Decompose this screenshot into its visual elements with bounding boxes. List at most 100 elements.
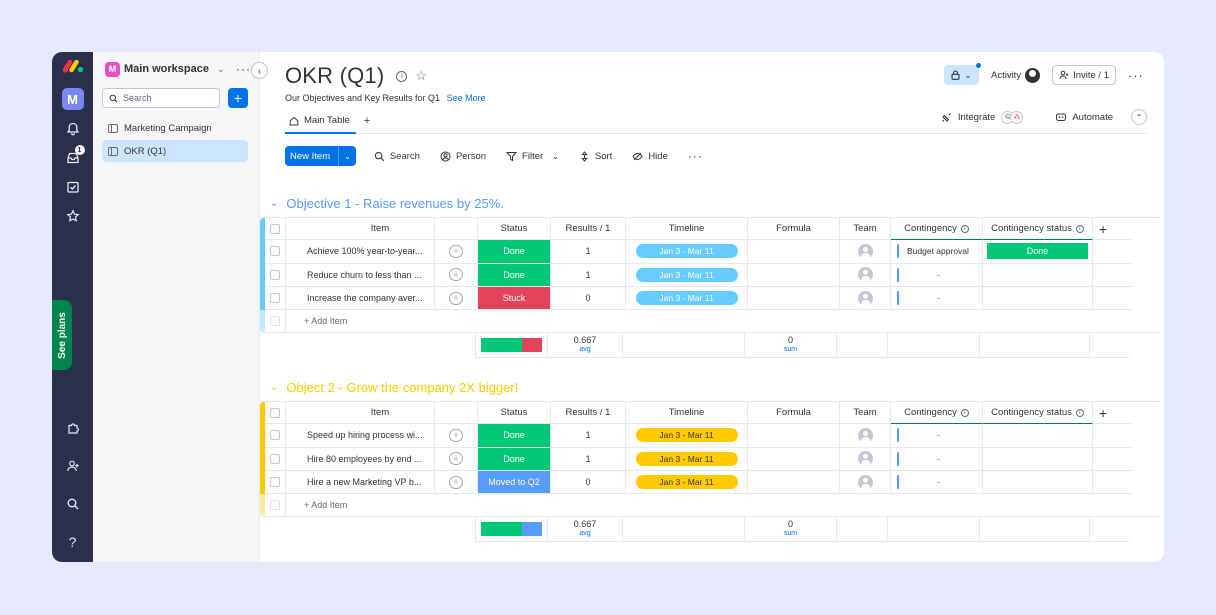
chevron-down-icon[interactable]: ⌄ — [338, 146, 356, 166]
add-item-row[interactable]: + Add Item — [260, 494, 1160, 518]
item-updates-cell[interactable]: + — [435, 447, 478, 471]
status-summary[interactable] — [475, 333, 548, 359]
column-header-item[interactable]: Item — [286, 218, 435, 241]
results-cell[interactable]: 0 — [551, 286, 626, 311]
integrate-button[interactable]: Integrate — [958, 112, 996, 123]
table-row[interactable]: Achieve 100% year-to-year... + Done 1 Jan 3 … — [260, 240, 1160, 264]
group-header[interactable]: ⌄ Object 2 - Grow the company 2X bigger! — [270, 378, 1160, 396]
contingency-status-cell[interactable]: Done — [983, 240, 1093, 264]
invite-members-icon[interactable] — [63, 456, 83, 476]
group-title[interactable]: Objective 1 - Raise revenues by 25%. — [286, 196, 504, 211]
status-cell[interactable]: Done — [478, 447, 551, 471]
chevron-down-icon[interactable]: ⌄ — [270, 382, 278, 393]
workspace-header[interactable]: M Main workspace ⌄ ··· — [93, 52, 259, 86]
item-updates-cell[interactable]: + — [435, 424, 478, 448]
results-cell[interactable]: 1 — [551, 263, 626, 287]
team-cell[interactable] — [840, 263, 891, 287]
select-all-checkbox[interactable] — [265, 402, 286, 425]
column-header-contingency[interactable]: Contingency i — [891, 218, 983, 241]
column-header-status[interactable]: Status — [478, 402, 551, 425]
item-name[interactable]: Reduce churn to less than ... — [286, 263, 435, 287]
select-all-checkbox[interactable] — [265, 218, 286, 241]
monday-logo-icon[interactable] — [61, 58, 85, 76]
board-more-icon[interactable]: ··· — [1128, 68, 1144, 83]
column-header-contingency[interactable]: Contingency i — [891, 402, 983, 425]
team-cell[interactable] — [840, 286, 891, 311]
status-cell[interactable]: Done — [478, 263, 551, 287]
sort-button[interactable]: Sort — [571, 151, 620, 162]
status-cell[interactable]: Done — [478, 240, 551, 264]
contingency-status-cell[interactable] — [983, 286, 1093, 311]
contingency-cell[interactable]: - — [891, 470, 983, 495]
collapse-sidebar-button[interactable]: ‹ — [251, 62, 268, 79]
info-icon[interactable]: i — [960, 224, 969, 233]
table-row[interactable]: Reduce churn to less than ... + Done 1 Jan 3… — [260, 263, 1160, 287]
team-cell[interactable] — [840, 240, 891, 264]
hide-button[interactable]: Hide — [624, 151, 676, 162]
add-update-icon[interactable]: + — [449, 291, 463, 305]
team-cell[interactable] — [840, 470, 891, 495]
info-icon[interactable]: i — [1075, 408, 1084, 417]
contingency-status-cell[interactable] — [983, 263, 1093, 287]
results-cell[interactable]: 1 — [551, 447, 626, 471]
automate-button[interactable]: Automate — [1055, 112, 1113, 123]
tab-main-table[interactable]: Main Table — [285, 108, 356, 134]
timeline-cell[interactable]: Jan 3 - Mar 11 — [626, 263, 748, 287]
see-plans-button[interactable]: See plans — [52, 300, 72, 370]
group-header[interactable]: ⌄ Objective 1 - Raise revenues by 25%. — [270, 194, 1160, 212]
add-column-icon[interactable]: + — [1093, 218, 1133, 241]
column-header-timeline[interactable]: Timeline — [626, 218, 748, 241]
integrations-puzzle-icon[interactable] — [63, 418, 83, 438]
column-header-contingency-status[interactable]: Contingency status i — [983, 402, 1093, 425]
group-title[interactable]: Object 2 - Grow the company 2X bigger! — [286, 380, 518, 395]
add-view-icon[interactable]: + — [364, 115, 370, 127]
contingency-cell[interactable]: - — [891, 447, 983, 471]
workspace-apps-icon[interactable]: M — [61, 88, 84, 110]
column-header-status[interactable]: Status — [478, 218, 551, 241]
row-checkbox[interactable] — [265, 447, 286, 471]
column-header-results[interactable]: Results / 1 — [551, 218, 626, 241]
column-header-results[interactable]: Results / 1 — [551, 402, 626, 425]
results-cell[interactable]: 1 — [551, 424, 626, 448]
status-cell[interactable]: Moved to Q2 — [478, 470, 551, 495]
table-row[interactable]: Speed up hiring process wi... + Done 1 Jan 3… — [260, 424, 1160, 448]
info-icon[interactable]: i — [1075, 224, 1084, 233]
status-cell[interactable]: Done — [478, 424, 551, 448]
chevron-down-icon[interactable]: ⌄ — [217, 64, 225, 75]
inbox-icon[interactable]: 1 — [63, 145, 85, 168]
column-header-formula[interactable]: Formula — [748, 218, 840, 241]
row-checkbox[interactable] — [265, 286, 286, 311]
add-item-input[interactable]: + Add Item — [286, 310, 1160, 334]
item-name[interactable]: Hire 80 employees by end ... — [286, 447, 435, 471]
add-update-icon[interactable]: + — [449, 244, 463, 258]
workspace-search-input[interactable]: Search — [102, 88, 220, 108]
see-more-link[interactable]: See More — [447, 93, 486, 103]
invite-button[interactable]: Invite / 1 — [1052, 65, 1116, 85]
collapse-header-icon[interactable]: ⌃ — [1131, 109, 1147, 125]
timeline-cell[interactable]: Jan 3 - Mar 11 — [626, 447, 748, 471]
timeline-cell[interactable]: Jan 3 - Mar 11 — [626, 240, 748, 264]
row-checkbox[interactable] — [265, 470, 286, 495]
item-name[interactable]: Increase the company aver... — [286, 286, 435, 311]
sidebar-item-okr-q1[interactable]: OKR (Q1) — [102, 140, 248, 162]
timeline-cell[interactable]: Jan 3 - Mar 11 — [626, 470, 748, 495]
chevron-down-icon[interactable]: ⌄ — [552, 152, 559, 161]
contingency-cell[interactable]: Budget approval — [891, 240, 983, 264]
row-checkbox[interactable] — [265, 424, 286, 448]
column-header-item[interactable]: Item — [286, 402, 435, 425]
add-column-icon[interactable]: + — [1093, 402, 1133, 425]
workspace-more-icon[interactable]: ··· — [236, 62, 251, 76]
item-updates-cell[interactable]: + — [435, 470, 478, 495]
contingency-cell[interactable]: - — [891, 263, 983, 287]
column-header-formula[interactable]: Formula — [748, 402, 840, 425]
favorites-star-icon[interactable] — [63, 206, 83, 226]
item-name[interactable]: Speed up hiring process wi... — [286, 424, 435, 448]
person-filter-button[interactable]: Person — [432, 151, 494, 162]
contingency-cell[interactable]: - — [891, 286, 983, 311]
column-header-contingency-status[interactable]: Contingency status i — [983, 218, 1093, 241]
add-update-icon[interactable]: + — [449, 475, 463, 489]
table-row[interactable]: Hire 80 employees by end ... + Done 1 Jan 3 … — [260, 447, 1160, 471]
activity-button[interactable]: Activity — [991, 67, 1041, 83]
item-name[interactable]: Achieve 100% year-to-year... — [286, 240, 435, 264]
item-updates-cell[interactable]: + — [435, 263, 478, 287]
